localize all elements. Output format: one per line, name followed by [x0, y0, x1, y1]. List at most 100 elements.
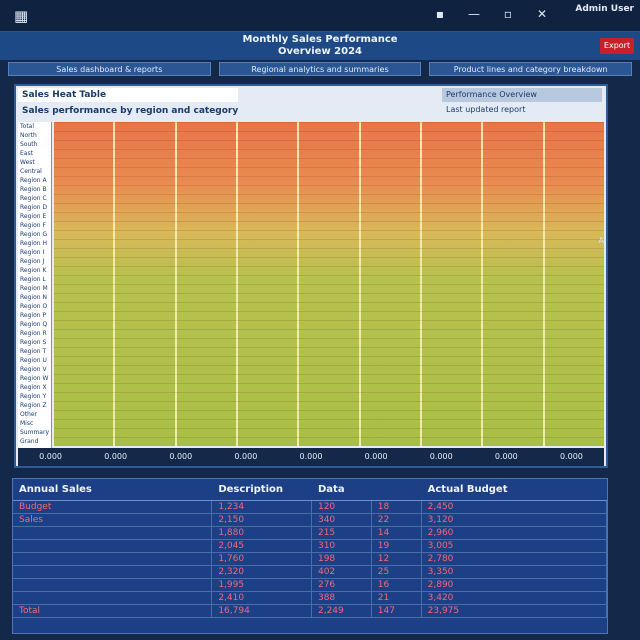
row-label[interactable]: Region L	[18, 275, 51, 284]
table-cell: 3,005	[422, 540, 607, 552]
row-label[interactable]: Region O	[18, 302, 51, 311]
table-cell: Sales	[13, 514, 213, 526]
row-label[interactable]: Misc	[18, 419, 51, 428]
row-label[interactable]: Region S	[18, 338, 51, 347]
row-label[interactable]: Region D	[18, 203, 51, 212]
table-cell: 276	[312, 579, 372, 591]
minimize-icon[interactable]: —	[468, 4, 480, 24]
table-row[interactable]: 1,760 198 12 2,780	[13, 553, 607, 566]
row-label[interactable]: Region V	[18, 365, 51, 374]
row-label[interactable]: Region A	[18, 176, 51, 185]
footer-value: 0.000	[364, 452, 388, 461]
table-cell: Budget	[13, 501, 213, 513]
footer-value: 0.000	[169, 452, 193, 461]
user-label[interactable]: Admin User	[548, 3, 634, 15]
row-label[interactable]: Region C	[18, 194, 51, 203]
row-label[interactable]: Grand	[18, 437, 51, 446]
table-row[interactable]: 2,045 310 19 3,005	[13, 540, 607, 553]
row-label[interactable]: Region P	[18, 311, 51, 320]
restore-icon[interactable]: ▫	[502, 4, 514, 24]
table-row[interactable]: Total 16,794 2,249 147 23,975	[13, 605, 607, 618]
row-label[interactable]: Region J	[18, 257, 51, 266]
row-label[interactable]: Central	[18, 167, 51, 176]
table-cell	[13, 553, 213, 565]
table-cell: 198	[312, 553, 372, 565]
footer-value: 0.000	[104, 452, 128, 461]
row-label[interactable]: North	[18, 131, 51, 140]
row-label[interactable]: Summary	[18, 428, 51, 437]
table-row[interactable]: Budget 1,234 120 18 2,450	[13, 501, 607, 514]
table-cell: 147	[372, 605, 422, 617]
table-cell: 19	[372, 540, 422, 552]
table-cell: 21	[372, 592, 422, 604]
row-label[interactable]: Region N	[18, 293, 51, 302]
table-cell: 2,249	[312, 605, 372, 617]
row-label[interactable]: East	[18, 149, 51, 158]
row-label[interactable]: Region Z	[18, 401, 51, 410]
page-title-line1: Monthly Sales Performance	[242, 34, 398, 45]
table-cell: 14	[372, 527, 422, 539]
tab-regional[interactable]: Regional analytics and summaries	[218, 62, 422, 76]
table-cell: 2,960	[422, 527, 607, 539]
header-data[interactable]: Data	[312, 479, 372, 500]
table-row[interactable]: Sales 2,150 340 22 3,120	[13, 514, 607, 527]
row-label[interactable]: Other	[18, 410, 51, 419]
row-label[interactable]: Region M	[18, 284, 51, 293]
header-actual-budget[interactable]: Actual Budget	[422, 479, 607, 500]
heat-footer: 0.000 0.000 0.000 0.000 0.000 0.000 0.000 0.000…	[18, 448, 604, 466]
table-cell: 1,234	[212, 501, 312, 513]
table-cell	[13, 540, 213, 552]
row-label[interactable]: Region G	[18, 230, 51, 239]
export-button[interactable]: Export	[600, 38, 634, 54]
table-cell: 2,780	[422, 553, 607, 565]
table-cell: 1,880	[212, 527, 312, 539]
row-label[interactable]: Region I	[18, 248, 51, 257]
table-cell: 402	[312, 566, 372, 578]
row-label[interactable]: Total	[18, 122, 51, 131]
row-label[interactable]: Region B	[18, 185, 51, 194]
pin-icon[interactable]: ▪	[434, 4, 446, 24]
table-cell: Total	[13, 605, 213, 617]
table-row[interactable]: 2,320 402 25 3,350	[13, 566, 607, 579]
row-label[interactable]: Region R	[18, 329, 51, 338]
row-label[interactable]: Region F	[18, 221, 51, 230]
header-description[interactable]: Description	[212, 479, 312, 500]
table-cell: 2,320	[212, 566, 312, 578]
tab-dashboard[interactable]: Sales dashboard & reports	[8, 62, 211, 76]
header-annual-sales[interactable]: Annual Sales	[13, 479, 212, 500]
table-row[interactable]: 1,995 276 16 2,890	[13, 579, 607, 592]
heat-table	[54, 122, 604, 446]
row-label[interactable]: Region Y	[18, 392, 51, 401]
row-label[interactable]: Region E	[18, 212, 51, 221]
footer-value: 0.000	[299, 452, 323, 461]
row-label[interactable]: Region T	[18, 347, 51, 356]
row-label[interactable]: Region Q	[18, 320, 51, 329]
tab-products[interactable]: Product lines and category breakdown	[429, 62, 633, 76]
table-cell: 18	[372, 501, 422, 513]
row-label[interactable]: Region W	[18, 374, 51, 383]
header-blank[interactable]	[372, 479, 422, 500]
row-label[interactable]: Region X	[18, 383, 51, 392]
row-label[interactable]: South	[18, 140, 51, 149]
close-icon[interactable]: ✕	[536, 4, 548, 24]
row-label[interactable]: Region U	[18, 356, 51, 365]
summary-table: Annual Sales Description Data Actual Bud…	[12, 478, 608, 634]
row-label-list: Total North South East West Central Region A Re…	[18, 122, 52, 456]
table-cell: 2,045	[212, 540, 312, 552]
table-row[interactable]: 2,410 388 21 3,420	[13, 592, 607, 605]
table-cell	[13, 579, 213, 591]
row-label[interactable]: Region K	[18, 266, 51, 275]
panel-title: Sales Heat Table	[18, 88, 238, 102]
summary-table-body: Budget 1,234 120 18 2,450 Sales 2,150 340 22 3,12…	[13, 501, 607, 618]
app-grid-icon[interactable]: ▦	[14, 6, 38, 26]
footer-value: 0.000	[234, 452, 258, 461]
top-bar: ▦ ▪ — ▫ ✕ Admin User	[0, 0, 640, 32]
row-label[interactable]: Region H	[18, 239, 51, 248]
footer-value: 0.000	[494, 452, 518, 461]
row-label[interactable]: West	[18, 158, 51, 167]
table-row[interactable]: 1,880 215 14 2,960	[13, 527, 607, 540]
page-title: Monthly Sales Performance Overview 2024	[210, 34, 430, 58]
table-cell: 2,890	[422, 579, 607, 591]
table-cell: 3,420	[422, 592, 607, 604]
heat-row-lines	[54, 122, 604, 446]
